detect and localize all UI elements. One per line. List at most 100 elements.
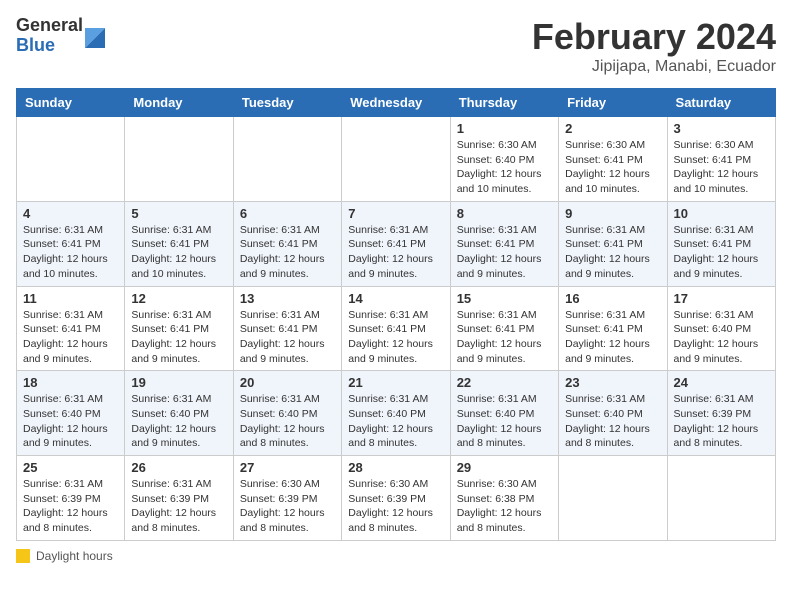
day-number: 15 [457,291,552,306]
day-info: Sunrise: 6:31 AM Sunset: 6:41 PM Dayligh… [131,223,226,282]
day-info: Sunrise: 6:31 AM Sunset: 6:41 PM Dayligh… [565,308,660,367]
day-info: Sunrise: 6:31 AM Sunset: 6:41 PM Dayligh… [457,308,552,367]
day-info: Sunrise: 6:31 AM Sunset: 6:39 PM Dayligh… [131,477,226,536]
day-number: 22 [457,375,552,390]
calendar-cell: 26 Sunrise: 6:31 AM Sunset: 6:39 PM Dayli… [125,456,233,541]
day-number: 13 [240,291,335,306]
calendar-cell: 28Sunrise: 6:30 AM Sunset: 6:39 PM Dayli… [342,456,450,541]
calendar-cell [342,117,450,202]
calendar-subtitle: Jipijapa, Manabi, Ecuador [532,58,776,76]
calendar-cell: 5 Sunrise: 6:31 AM Sunset: 6:41 PM Daylig… [125,201,233,286]
calendar-title: February 2024 [532,16,776,58]
calendar-cell: 17 Sunrise: 6:31 AM Sunset: 6:40 PM Dayli… [667,286,775,371]
calendar-week-row: 11Sunrise: 6:31 AM Sunset: 6:41 PM Dayli… [17,286,776,371]
day-number: 16 [565,291,660,306]
calendar-cell: 4 Sunrise: 6:31 AM Sunset: 6:41 PM Daylig… [17,201,125,286]
day-number: 26 [131,460,226,475]
calendar-table: SundayMondayTuesdayWednesdayThursdayFrid… [16,88,776,541]
footer: Daylight hours [16,549,776,563]
calendar-week-row: 25 Sunrise: 6:31 AM Sunset: 6:39 PM Dayli… [17,456,776,541]
calendar-cell: 16 Sunrise: 6:31 AM Sunset: 6:41 PM Dayli… [559,286,667,371]
day-info: Sunrise: 6:31 AM Sunset: 6:40 PM Dayligh… [348,392,443,451]
day-info: Sunrise: 6:31 AM Sunset: 6:41 PM Dayligh… [457,223,552,282]
day-number: 24 [674,375,769,390]
day-number: 4 [23,206,118,221]
calendar-cell: 21 Sunrise: 6:31 AM Sunset: 6:40 PM Dayli… [342,371,450,456]
weekday-header: Tuesday [233,89,341,117]
calendar-cell: 23 Sunrise: 6:31 AM Sunset: 6:40 PM Dayli… [559,371,667,456]
day-info: Sunrise: 6:31 AM Sunset: 6:41 PM Dayligh… [348,308,443,367]
weekday-header: Thursday [450,89,558,117]
day-info: Sunrise: 6:31 AM Sunset: 6:41 PM Dayligh… [348,223,443,282]
weekday-header-row: SundayMondayTuesdayWednesdayThursdayFrid… [17,89,776,117]
day-number: 29 [457,460,552,475]
calendar-cell [233,117,341,202]
day-info: Sunrise: 6:30 AM Sunset: 6:41 PM Dayligh… [565,138,660,197]
calendar-cell [125,117,233,202]
day-number: 19 [131,375,226,390]
day-number: 21 [348,375,443,390]
calendar-cell: 1Sunrise: 6:30 AM Sunset: 6:40 PM Daylig… [450,117,558,202]
day-number: 5 [131,206,226,221]
logo-icon [85,20,105,48]
day-number: 3 [674,121,769,136]
day-info: Sunrise: 6:31 AM Sunset: 6:40 PM Dayligh… [565,392,660,451]
logo: General Blue [16,16,105,56]
calendar-cell: 13 Sunrise: 6:31 AM Sunset: 6:41 PM Dayli… [233,286,341,371]
day-info: Sunrise: 6:30 AM Sunset: 6:38 PM Dayligh… [457,477,552,536]
day-number: 2 [565,121,660,136]
day-info: Sunrise: 6:31 AM Sunset: 6:41 PM Dayligh… [240,223,335,282]
calendar-cell: 14 Sunrise: 6:31 AM Sunset: 6:41 PM Dayli… [342,286,450,371]
page-header: General Blue February 2024 Jipijapa, Man… [16,16,776,76]
day-number: 10 [674,206,769,221]
weekday-header: Monday [125,89,233,117]
daylight-label: Daylight hours [36,549,113,563]
calendar-cell: 19 Sunrise: 6:31 AM Sunset: 6:40 PM Dayli… [125,371,233,456]
calendar-cell: 24 Sunrise: 6:31 AM Sunset: 6:39 PM Dayli… [667,371,775,456]
day-number: 23 [565,375,660,390]
calendar-cell: 9 Sunrise: 6:31 AM Sunset: 6:41 PM Daylig… [559,201,667,286]
calendar-cell: 18 Sunrise: 6:31 AM Sunset: 6:40 PM Dayli… [17,371,125,456]
day-number: 1 [457,121,552,136]
day-number: 9 [565,206,660,221]
day-info: Sunrise: 6:31 AM Sunset: 6:40 PM Dayligh… [23,392,118,451]
daylight-bar-icon [16,549,30,563]
calendar-cell: 2 Sunrise: 6:30 AM Sunset: 6:41 PM Daylig… [559,117,667,202]
day-number: 28 [348,460,443,475]
logo-general-text: General [16,16,83,36]
day-number: 18 [23,375,118,390]
title-section: February 2024 Jipijapa, Manabi, Ecuador [532,16,776,76]
day-number: 6 [240,206,335,221]
calendar-cell: 11Sunrise: 6:31 AM Sunset: 6:41 PM Dayli… [17,286,125,371]
calendar-cell: 3Sunrise: 6:30 AM Sunset: 6:41 PM Daylig… [667,117,775,202]
calendar-week-row: 18 Sunrise: 6:31 AM Sunset: 6:40 PM Dayli… [17,371,776,456]
calendar-cell: 12Sunrise: 6:31 AM Sunset: 6:41 PM Dayli… [125,286,233,371]
calendar-week-row: 4 Sunrise: 6:31 AM Sunset: 6:41 PM Daylig… [17,201,776,286]
day-info: Sunrise: 6:31 AM Sunset: 6:40 PM Dayligh… [457,392,552,451]
calendar-cell: 15 Sunrise: 6:31 AM Sunset: 6:41 PM Dayli… [450,286,558,371]
calendar-cell: 10Sunrise: 6:31 AM Sunset: 6:41 PM Dayli… [667,201,775,286]
calendar-week-row: 1Sunrise: 6:30 AM Sunset: 6:40 PM Daylig… [17,117,776,202]
day-info: Sunrise: 6:31 AM Sunset: 6:41 PM Dayligh… [23,223,118,282]
day-info: Sunrise: 6:31 AM Sunset: 6:41 PM Dayligh… [565,223,660,282]
calendar-cell: 27 Sunrise: 6:30 AM Sunset: 6:39 PM Dayli… [233,456,341,541]
day-info: Sunrise: 6:31 AM Sunset: 6:39 PM Dayligh… [23,477,118,536]
calendar-cell [559,456,667,541]
day-info: Sunrise: 6:31 AM Sunset: 6:40 PM Dayligh… [131,392,226,451]
calendar-cell: 20Sunrise: 6:31 AM Sunset: 6:40 PM Dayli… [233,371,341,456]
weekday-header: Saturday [667,89,775,117]
day-number: 27 [240,460,335,475]
weekday-header: Friday [559,89,667,117]
day-info: Sunrise: 6:31 AM Sunset: 6:39 PM Dayligh… [674,392,769,451]
day-info: Sunrise: 6:31 AM Sunset: 6:40 PM Dayligh… [674,308,769,367]
weekday-header: Sunday [17,89,125,117]
day-info: Sunrise: 6:31 AM Sunset: 6:41 PM Dayligh… [23,308,118,367]
calendar-cell [667,456,775,541]
day-info: Sunrise: 6:30 AM Sunset: 6:39 PM Dayligh… [240,477,335,536]
weekday-header: Wednesday [342,89,450,117]
day-number: 25 [23,460,118,475]
calendar-cell: 8Sunrise: 6:31 AM Sunset: 6:41 PM Daylig… [450,201,558,286]
day-number: 14 [348,291,443,306]
day-number: 17 [674,291,769,306]
day-info: Sunrise: 6:31 AM Sunset: 6:41 PM Dayligh… [240,308,335,367]
